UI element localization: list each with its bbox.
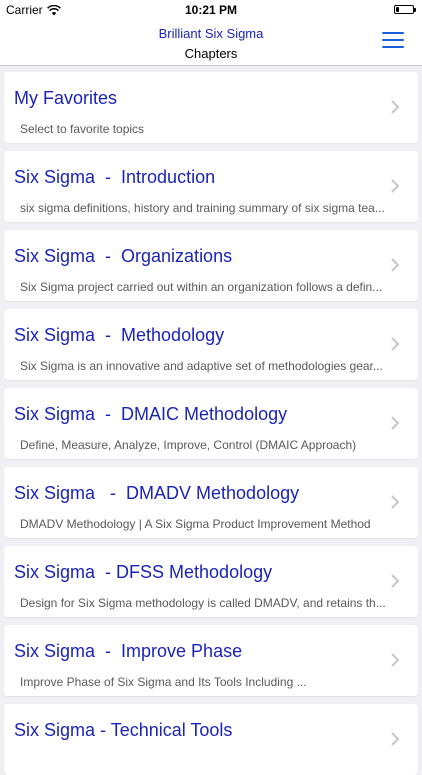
page-title: Chapters <box>184 46 238 61</box>
chapter-card[interactable]: Six Sigma - Technical Tools <box>4 704 418 775</box>
chapter-title: Six Sigma - DFSS Methodology <box>14 562 273 582</box>
chapter-title: Six Sigma - Improve Phase <box>14 641 243 661</box>
chevron-right-icon <box>391 495 400 509</box>
chapter-subtitle: Select to favorite topics <box>20 122 145 136</box>
chevron-right-icon <box>391 337 400 351</box>
chapter-title: Six Sigma - Methodology <box>14 325 225 345</box>
chapter-title: Six Sigma - DMADV Methodology <box>14 483 300 503</box>
chapter-card[interactable]: Six Sigma - DFSS Methodology Design for S… <box>4 546 418 617</box>
chevron-right-icon <box>391 732 400 746</box>
chapter-subtitle: Improve Phase of Six Sigma and Its Tools… <box>20 675 307 689</box>
chapter-card[interactable]: Six Sigma - Improve Phase Improve Phase o… <box>4 625 418 696</box>
chapter-title: Six Sigma - DMAIC Methodology <box>14 404 288 424</box>
chevron-right-icon <box>391 574 400 588</box>
chapter-subtitle: Six Sigma is an innovative and adaptive … <box>20 359 383 373</box>
chapter-card[interactable]: Six Sigma - DMADV Methodology DMADV Metho… <box>4 467 418 538</box>
chevron-right-icon <box>391 653 400 667</box>
status-bar: Carrier 10:21 PM <box>0 0 422 20</box>
chevron-right-icon <box>391 416 400 430</box>
chapter-card[interactable]: Six Sigma - Methodology Six Sigma is an i… <box>4 309 418 380</box>
hamburger-menu-icon[interactable] <box>382 32 404 50</box>
chapter-subtitle: Design for Six Sigma methodology is call… <box>20 596 386 610</box>
chapter-subtitle: Define, Measure, Analyze, Improve, Contr… <box>20 438 357 452</box>
chapter-card[interactable]: My Favorites Select to favorite topics <box>4 72 418 143</box>
chapter-title: Six Sigma - Organizations <box>14 246 233 266</box>
chapter-subtitle: Six Sigma project carried out within an … <box>20 280 383 294</box>
chevron-right-icon <box>391 258 400 272</box>
chapter-card[interactable]: Six Sigma - DMAIC Methodology Define, Mea… <box>4 388 418 459</box>
chevron-right-icon <box>391 179 400 193</box>
navigation-bar: Brilliant Six Sigma Chapters <box>0 20 422 66</box>
app-title: Brilliant Six Sigma <box>158 26 264 41</box>
chapter-card[interactable]: Six Sigma - Introduction six sigma defini… <box>4 151 418 222</box>
battery-icon <box>394 5 416 14</box>
chapter-title: Six Sigma - Technical Tools <box>14 720 233 740</box>
chevron-right-icon <box>391 100 400 114</box>
chapter-subtitle: six sigma definitions, history and train… <box>20 201 385 215</box>
chapter-title: My Favorites <box>14 88 118 108</box>
chapter-title: Six Sigma - Introduction <box>14 167 216 187</box>
status-time: 10:21 PM <box>184 3 238 17</box>
chapter-card[interactable]: Six Sigma - Organizations Six Sigma proje… <box>4 230 418 301</box>
chapter-subtitle: DMADV Methodology | A Six Sigma Product … <box>20 517 371 531</box>
